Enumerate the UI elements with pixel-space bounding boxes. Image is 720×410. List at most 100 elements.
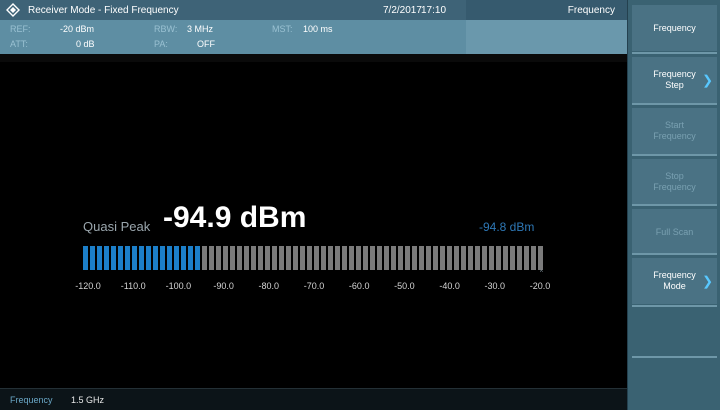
bar-segment-inactive (314, 246, 319, 270)
bar-segment-inactive (286, 246, 291, 270)
softkey-divider (632, 154, 717, 156)
scale-tick-label: -70.0 (303, 281, 325, 291)
bar-segment-inactive (342, 246, 347, 270)
rbw-label: RBW: (154, 24, 178, 34)
bar-segment-inactive (279, 246, 284, 270)
bar-segment-active (139, 246, 144, 270)
bar-segment-inactive (461, 246, 466, 270)
bar-segment-inactive (328, 246, 333, 270)
softkey-label: Frequency (653, 22, 696, 33)
softkey-frequency-step[interactable]: Frequency Step ❯ (632, 57, 717, 103)
bar-segment-inactive (258, 246, 263, 270)
bar-segment-inactive (209, 246, 214, 270)
softkey-divider (632, 356, 717, 358)
softkey-stop-frequency[interactable]: Stop Frequency (632, 159, 717, 205)
info-panel-right-block (466, 20, 627, 54)
bar-segment-inactive (356, 246, 361, 270)
softkey-frequency-mode[interactable]: Frequency Mode ❯ (632, 258, 717, 304)
softkey-divider (632, 253, 717, 255)
bar-segment-inactive (377, 246, 382, 270)
active-menu-title: Frequency (466, 0, 627, 20)
status-frequency-value[interactable]: 1.5 GHz (71, 395, 104, 405)
bar-segment-inactive (384, 246, 389, 270)
scale-tick-label: -20.0 (529, 281, 551, 291)
bar-segment-inactive (489, 246, 494, 270)
level-bargraph (83, 246, 545, 270)
bar-segment-active (195, 246, 200, 270)
ref-value[interactable]: -20 dBm (60, 24, 94, 34)
rbw-value[interactable]: 3 MHz (187, 24, 213, 34)
softkey-divider (632, 305, 717, 307)
chevron-right-icon: ❯ (702, 273, 713, 289)
scale-tick-label: -30.0 (484, 281, 506, 291)
pa-value[interactable]: OFF (197, 39, 215, 49)
bar-segment-inactive (496, 246, 501, 270)
app-logo-icon (6, 3, 20, 17)
bar-segment-inactive (426, 246, 431, 270)
bar-segment-inactive (321, 246, 326, 270)
scale-tick-label: -60.0 (348, 281, 370, 291)
bar-segment-inactive (230, 246, 235, 270)
bar-segment-inactive (517, 246, 522, 270)
bar-segment-inactive (251, 246, 256, 270)
bar-segment-inactive (538, 246, 543, 270)
scale-tick-label: -120.0 (75, 281, 101, 291)
att-label: ATT: (10, 39, 28, 49)
scale-tick-label: -110.0 (120, 281, 146, 291)
softkey-label: Start Frequency (653, 120, 696, 141)
bar-segment-inactive (335, 246, 340, 270)
scale-tick-label: -100.0 (165, 281, 192, 291)
bar-segment-inactive (482, 246, 487, 270)
date-display: 7/2/2017 (383, 5, 422, 16)
main-level-readout: -94.9 dBm (163, 201, 307, 234)
softkey-frequency[interactable]: Frequency (632, 5, 717, 51)
bar-segment-inactive (223, 246, 228, 270)
bar-segment-inactive (419, 246, 424, 270)
bar-segment-inactive (300, 246, 305, 270)
bar-segment-active (188, 246, 193, 270)
bar-segment-inactive (524, 246, 529, 270)
bar-segment-inactive (391, 246, 396, 270)
bar-segment-inactive (510, 246, 515, 270)
mst-value[interactable]: 100 ms (303, 24, 333, 34)
softkey-label: Full Scan (655, 226, 694, 237)
bargraph-scale: -120.0 -110.0 -100.0 -90.0 -80.0 -70.0 -60.0 -5… (0, 281, 627, 295)
softkey-full-scan[interactable]: Full Scan (632, 209, 717, 255)
bar-segment-active (90, 246, 95, 270)
bar-segment-inactive (272, 246, 277, 270)
bar-segment-inactive (370, 246, 375, 270)
secondary-level-readout: -94.8 dBm (479, 220, 535, 234)
settings-info-panel: REF: -20 dBm RBW: 3 MHz MST: 100 ms ATT:… (0, 20, 627, 54)
bar-segment-active (153, 246, 158, 270)
bar-segment-active (132, 246, 137, 270)
pa-label: PA: (154, 39, 168, 49)
softkey-label: Frequency Step (653, 69, 696, 90)
scale-tick-label: -80.0 (258, 281, 280, 291)
bar-segment-inactive (244, 246, 249, 270)
max-hold-marker: ^ (540, 270, 543, 276)
att-value[interactable]: 0 dB (76, 39, 95, 49)
bar-segment-inactive (447, 246, 452, 270)
softkey-divider (632, 103, 717, 105)
softkey-label: Stop Frequency (653, 171, 696, 192)
mst-label: MST: (272, 24, 293, 34)
bar-segment-active (83, 246, 88, 270)
status-frequency-label: Frequency (10, 395, 53, 405)
bar-segment-active (146, 246, 151, 270)
detector-label: Quasi Peak (83, 219, 151, 234)
header-separator (0, 54, 627, 62)
bar-segment-active (125, 246, 130, 270)
bar-segment-active (167, 246, 172, 270)
bar-segment-active (104, 246, 109, 270)
bar-segment-inactive (237, 246, 242, 270)
bar-segment-inactive (531, 246, 536, 270)
time-display: 17:10 (421, 5, 447, 16)
softkey-divider (632, 204, 717, 206)
softkey-start-frequency[interactable]: Start Frequency (632, 108, 717, 154)
bar-segment-inactive (349, 246, 354, 270)
bar-segment-inactive (307, 246, 312, 270)
bar-segment-inactive (363, 246, 368, 270)
bar-segment-inactive (412, 246, 417, 270)
bar-segment-inactive (293, 246, 298, 270)
bar-segment-inactive (216, 246, 221, 270)
